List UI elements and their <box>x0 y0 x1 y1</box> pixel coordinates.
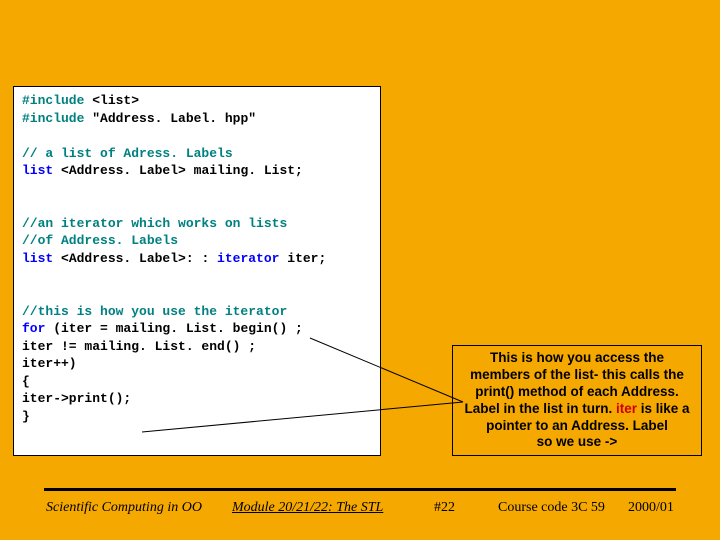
code-comment: //this is how you use the iterator <box>22 304 287 319</box>
code-text: "Address. Label. hpp" <box>84 111 256 126</box>
code-keyword: list <box>22 251 53 266</box>
footer-module: Module 20/21/22: The STL <box>232 500 383 516</box>
code-text: { <box>22 374 30 389</box>
info-text: so we use -> <box>537 434 618 449</box>
code-keyword: #include <box>22 93 84 108</box>
code-text: <Address. Label> mailing. List; <box>53 163 303 178</box>
code-keyword: for <box>22 321 45 336</box>
code-comment: // a list of Adress. Labels <box>22 146 233 161</box>
info-highlight: iter <box>616 401 637 416</box>
code-keyword: iterator <box>217 251 279 266</box>
code-comment: //an iterator which works on lists <box>22 216 287 231</box>
code-keyword: list <box>22 163 53 178</box>
code-text: } <box>22 409 30 424</box>
code-text: <list> <box>84 93 139 108</box>
code-text: (iter = mailing. List. begin() ; <box>45 321 302 336</box>
footer-rule <box>44 488 676 491</box>
code-text: iter; <box>279 251 326 266</box>
code-text: <Address. Label>: : <box>53 251 217 266</box>
info-box: This is how you access the members of th… <box>452 345 702 456</box>
footer-year: 2000/01 <box>628 500 674 516</box>
code-text: iter->print(); <box>22 391 131 406</box>
code-keyword: #include <box>22 111 84 126</box>
code-box: #include <list> #include "Address. Label… <box>13 86 381 456</box>
footer-slide-number: #22 <box>434 500 455 516</box>
code-text: iter != mailing. List. end() ; <box>22 339 256 354</box>
code-comment: //of Address. Labels <box>22 233 178 248</box>
footer-course: Course code 3C 59 <box>498 500 605 516</box>
code-text: iter++) <box>22 356 77 371</box>
footer-left: Scientific Computing in OO <box>46 500 202 516</box>
